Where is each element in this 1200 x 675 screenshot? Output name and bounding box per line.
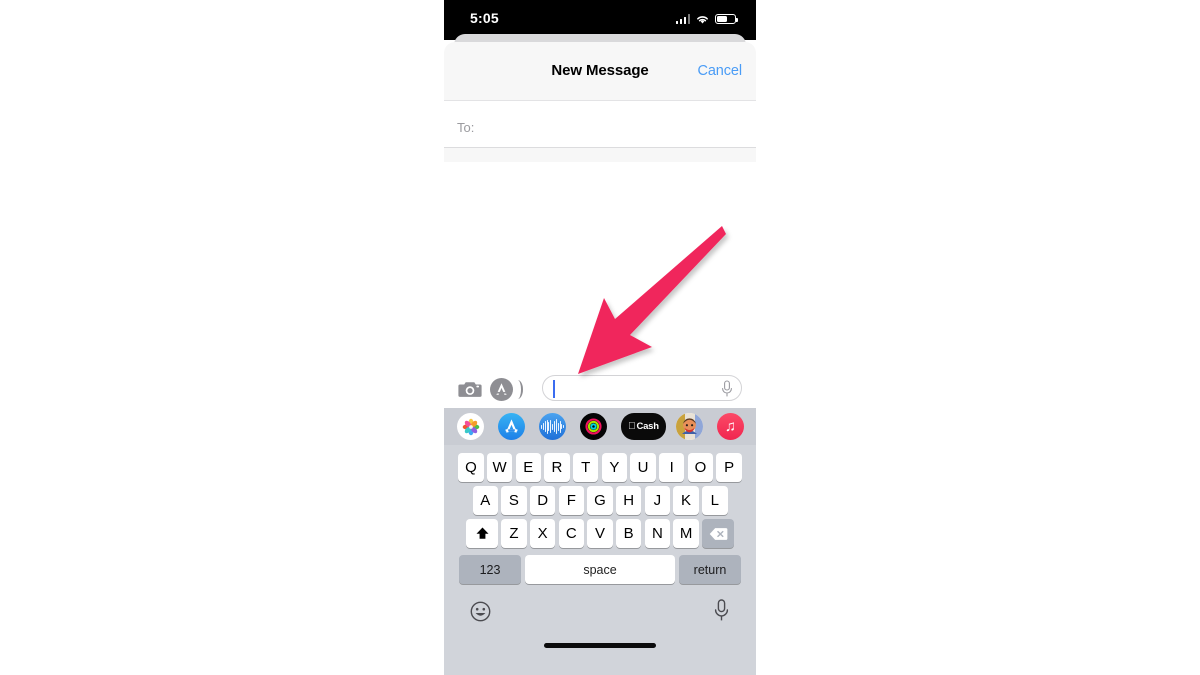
key-t[interactable]: T	[572, 453, 599, 482]
key-o[interactable]: O	[687, 453, 714, 482]
key-d[interactable]: D	[529, 486, 556, 515]
music-note-icon: ♫	[724, 418, 737, 435]
numeric-key[interactable]: 123	[459, 555, 521, 584]
key-n[interactable]: N	[644, 519, 671, 548]
fitness-activity-app-icon[interactable]	[580, 413, 607, 440]
sheet-navigation-bar: New Message Cancel	[444, 42, 756, 100]
cellular-signal-icon	[675, 14, 690, 24]
key-v[interactable]: V	[587, 519, 613, 548]
app-store-a-icon	[505, 419, 518, 433]
return-key[interactable]: return	[679, 555, 741, 584]
app-store-icon	[496, 383, 507, 395]
cancel-button[interactable]: Cancel	[697, 63, 742, 79]
keyboard-bottom-bar	[444, 595, 756, 635]
wifi-icon	[697, 15, 708, 24]
app-store-chevron-icon	[514, 380, 523, 399]
key-w[interactable]: W	[486, 453, 513, 482]
keyboard-row-2: A S D F G H J K L	[444, 486, 756, 515]
status-bar-time: 5:05	[470, 10, 499, 26]
pink-pointer-arrow	[578, 226, 726, 374]
key-a[interactable]: A	[472, 486, 498, 515]
key-h[interactable]: H	[615, 486, 642, 515]
delete-backspace-icon	[709, 527, 727, 540]
key-e[interactable]: E	[515, 453, 542, 482]
audio-waveform-icon	[541, 419, 565, 434]
photos-flower-icon	[462, 418, 479, 435]
app-store-app-icon[interactable]	[498, 413, 525, 440]
space-key[interactable]: space	[525, 555, 675, 584]
apple-logo-icon: 	[628, 421, 636, 432]
delete-key[interactable]	[702, 519, 734, 548]
key-s[interactable]: S	[501, 486, 527, 515]
apple-cash-label:  Cash	[621, 413, 666, 440]
keyboard-dictation-icon[interactable]	[714, 599, 729, 622]
imessage-app-drawer:  Cash ♫	[444, 408, 756, 445]
key-y[interactable]: Y	[601, 453, 628, 482]
key-k[interactable]: K	[673, 486, 699, 515]
camera-icon	[458, 382, 482, 397]
key-r[interactable]: R	[544, 453, 570, 482]
key-g[interactable]: G	[587, 486, 613, 515]
key-u[interactable]: U	[630, 453, 656, 482]
shift-key-icon	[476, 527, 488, 539]
keyboard-row-1: Q W E R T Y U I O P	[444, 453, 756, 482]
key-b[interactable]: B	[615, 519, 642, 548]
keyboard-row-4: 123 space return	[444, 555, 756, 584]
divider-top	[444, 100, 756, 101]
key-x[interactable]: X	[529, 519, 556, 548]
photos-app-icon[interactable]	[457, 413, 484, 440]
divider-bottom	[444, 147, 756, 148]
key-m[interactable]: M	[673, 519, 699, 548]
app-store-button[interactable]	[490, 378, 513, 401]
shift-key[interactable]	[466, 519, 498, 548]
key-l[interactable]: L	[702, 486, 728, 515]
screenshot-canvas: 5:05 New Message Cancel To: Cash ♫ Q W E…	[0, 0, 1200, 675]
keyboard-row-3: Z X C V B N M	[444, 519, 756, 548]
battery-icon	[715, 13, 739, 25]
apple-cash-app-icon[interactable]:  Cash	[621, 413, 666, 440]
key-i[interactable]: I	[658, 453, 685, 482]
camera-button[interactable]	[458, 378, 482, 401]
memoji-avatar-icon	[676, 413, 703, 440]
home-indicator	[544, 643, 656, 648]
text-caret	[553, 380, 555, 398]
key-c[interactable]: C	[558, 519, 585, 548]
recipient-field-row[interactable]: To:	[444, 100, 756, 148]
key-p[interactable]: P	[716, 453, 742, 482]
memoji-app-icon[interactable]	[676, 413, 703, 440]
apple-music-app-icon[interactable]: ♫	[717, 413, 744, 440]
key-j[interactable]: J	[644, 486, 671, 515]
status-bar-indicators	[675, 12, 739, 26]
key-f[interactable]: F	[558, 486, 585, 515]
emoji-smiley-icon[interactable]	[470, 601, 491, 622]
recipient-field-label: To:	[457, 120, 475, 135]
activity-rings-icon	[585, 418, 602, 435]
key-z[interactable]: Z	[501, 519, 527, 548]
key-q[interactable]: Q	[458, 453, 484, 482]
digital-touch-app-icon[interactable]	[539, 413, 566, 440]
onscreen-keyboard: Q W E R T Y U I O P A S D F G H J K L Z …	[444, 445, 756, 675]
